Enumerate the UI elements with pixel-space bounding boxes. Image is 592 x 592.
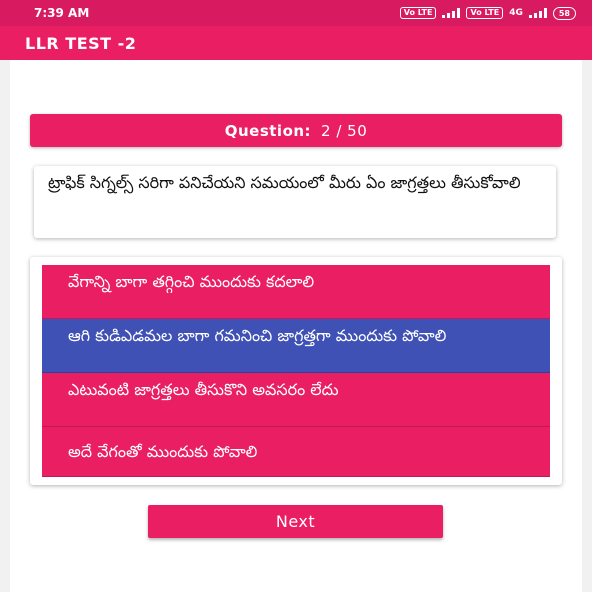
option-1[interactable]: వేగాన్ని బాగా తగ్గించి ముందుకు కదలాలి [42,265,550,319]
question-label: Question: [224,121,312,140]
question-counter: 2 / 50 [321,121,368,140]
app-bar: LLR TEST -2 [0,26,592,60]
app-title: LLR TEST -2 [25,33,137,53]
status-icons: Vo LTE Vo LTE 4G 58 [399,6,576,20]
volte-badge: Vo LTE [399,7,437,19]
right-edge [582,60,592,592]
option-1-text: వేగాన్ని బాగా తగ్గించి ముందుకు కదలాలి [68,272,315,291]
question-text-card: ట్రాఫిక్ సిగ్నల్స్ సరిగా పనిచేయని సమయంలో… [34,166,556,238]
option-2[interactable]: ఆగి కుడిఎడమల బాగా గమనించి జాగ్రత్తగా ముం… [42,319,550,373]
options-list: వేగాన్ని బాగా తగ్గించి ముందుకు కదలాలి ఆగ… [30,257,562,485]
signal-icon-2 [528,8,547,18]
app-screen: 7:39 AM Vo LTE Vo LTE 4G 58 LLR TEST -2 … [0,0,592,592]
option-4-text: అదే వేగంతో ముందుకు పోవాలి [68,442,258,461]
question-counter-bar: Question: 2 / 50 [30,114,562,147]
question-text: ట్రాఫిక్ సిగ్నల్స్ సరిగా పనిచేయని సమయంలో… [48,173,521,192]
status-bar: 7:39 AM Vo LTE Vo LTE 4G 58 [0,0,592,26]
left-edge [0,60,10,592]
option-3-text: ఎటువంటి జాగ్రత్తలు తీసుకొని అవసరం లేదు [68,380,339,399]
option-4[interactable]: అదే వేగంతో ముందుకు పోవాలి [42,427,550,477]
signal-icon [442,8,461,18]
battery-icon: 58 [552,6,576,20]
option-2-text: ఆగి కుడిఎడమల బాగా గమనించి జాగ్రత్తగా ముం… [68,326,447,345]
volte-badge-2: Vo LTE [466,7,504,19]
network-type: 4G [509,8,523,18]
status-time: 7:39 AM [34,6,90,20]
option-3[interactable]: ఎటువంటి జాగ్రత్తలు తీసుకొని అవసరం లేదు [42,373,550,427]
next-button[interactable]: Next [148,505,443,538]
